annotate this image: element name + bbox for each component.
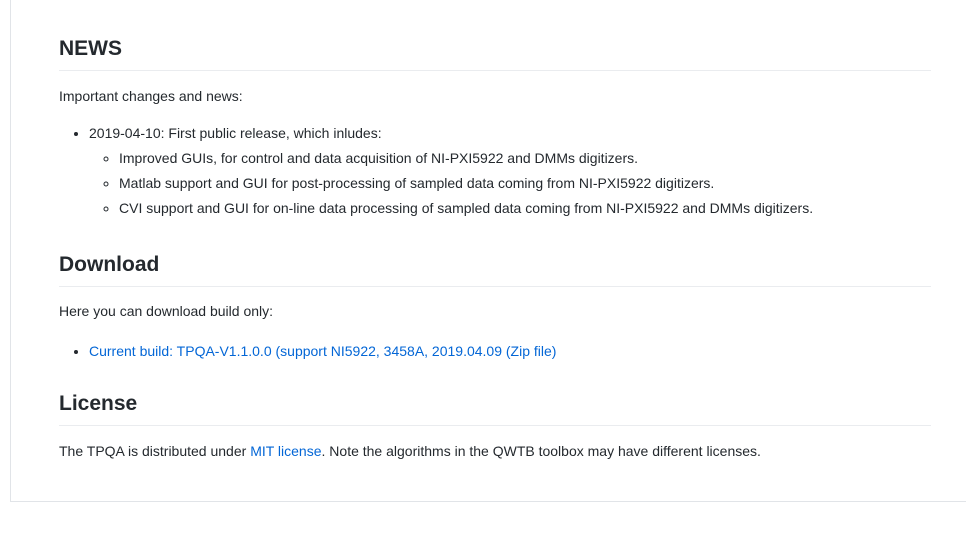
license-paragraph: The TPQA is distributed under MIT licens…: [59, 441, 931, 461]
news-heading: NEWS: [59, 36, 931, 71]
download-heading: Download: [59, 252, 931, 287]
page-footer-area: [0, 503, 966, 540]
license-text-before: The TPQA is distributed under: [59, 443, 251, 459]
mit-license-link[interactable]: MIT license: [250, 443, 321, 459]
news-intro-text: Important changes and news:: [59, 88, 243, 104]
news-release-subitem: Matlab support and GUI for post-processi…: [119, 173, 961, 193]
license-text-after: . Note the algorithms in the QWTB toolbo…: [321, 443, 761, 459]
download-list: Current build: TPQA-V1.1.0.0 (support NI…: [59, 341, 961, 361]
current-build-link[interactable]: Current build: TPQA-V1.1.0.0 (support NI…: [89, 343, 556, 359]
news-release-subitem: CVI support and GUI for on-line data pro…: [119, 198, 961, 218]
download-intro-text: Here you can download build only:: [59, 303, 274, 319]
news-list: 2019-04-10: First public release, which …: [59, 123, 961, 218]
news-release-sublist: Improved GUIs, for control and data acqu…: [89, 148, 961, 218]
news-release-subitem: Improved GUIs, for control and data acqu…: [119, 148, 961, 168]
news-release-item: 2019-04-10: First public release, which …: [89, 123, 961, 218]
download-list-item: Current build: TPQA-V1.1.0.0 (support NI…: [89, 341, 961, 361]
readme-container: [10, 0, 966, 502]
news-release-label: 2019-04-10: First public release, which …: [89, 125, 382, 141]
license-heading: License: [59, 391, 931, 426]
